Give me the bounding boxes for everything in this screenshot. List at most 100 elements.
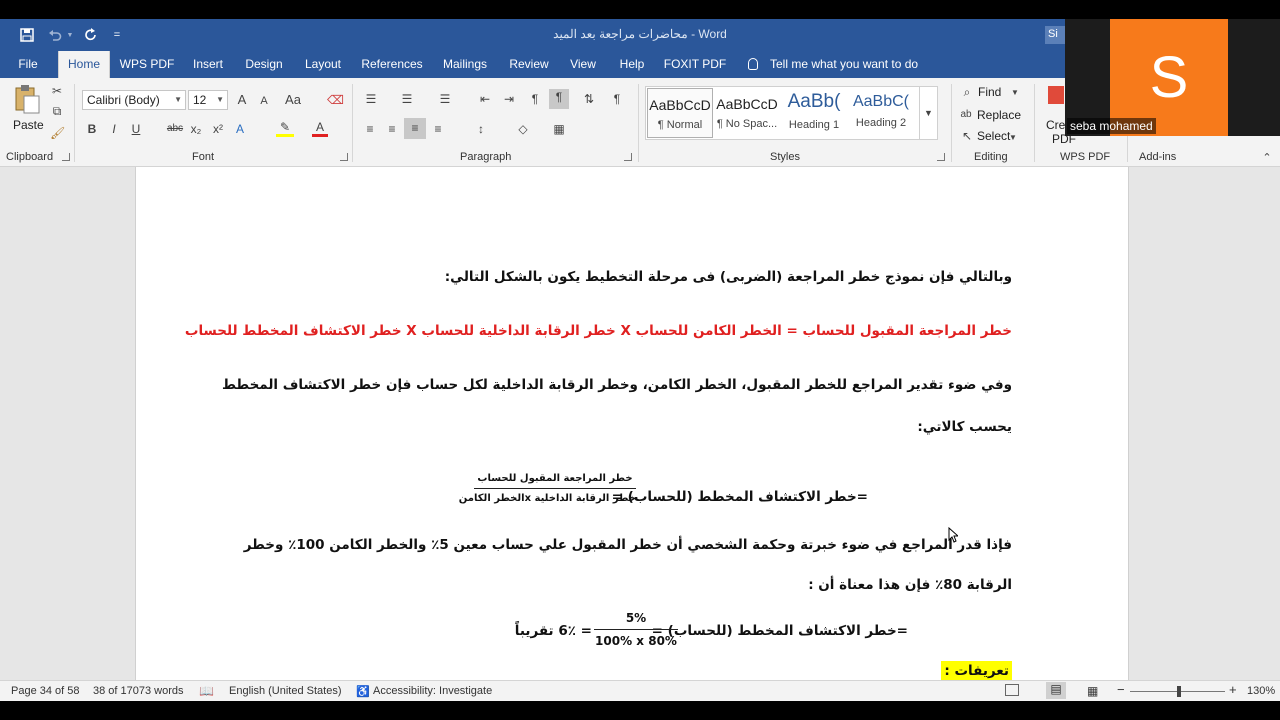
print-layout-icon[interactable]: ▤ bbox=[1046, 682, 1066, 699]
bold-button[interactable]: B bbox=[86, 121, 98, 137]
focus-mode-icon[interactable] bbox=[1005, 684, 1019, 696]
paste-label[interactable]: Paste bbox=[13, 118, 44, 132]
paragraph-launcher-icon[interactable] bbox=[624, 153, 632, 161]
replace-icon[interactable]: ab bbox=[959, 107, 973, 123]
tab-design[interactable]: Design bbox=[240, 51, 288, 78]
tab-wps-pdf[interactable]: WPS PDF bbox=[118, 51, 176, 78]
editing-group-label: Editing bbox=[974, 151, 1008, 163]
align-left-icon[interactable]: ≡ bbox=[362, 121, 378, 137]
zoom-out-button[interactable]: − bbox=[1117, 682, 1125, 697]
line-spacing-icon[interactable]: ↕ bbox=[472, 121, 490, 137]
font-group-label: Font bbox=[192, 151, 215, 163]
status-bar: Page 34 of 58 38 of 17073 words 📖 Englis… bbox=[0, 680, 1280, 701]
select-button[interactable]: Select bbox=[977, 129, 1010, 143]
italic-button[interactable]: I bbox=[108, 121, 120, 137]
styles-more-icon[interactable]: ▼ bbox=[919, 87, 937, 139]
tell-me-text: Tell me what you want to do bbox=[770, 57, 919, 71]
tab-layout[interactable]: Layout bbox=[298, 51, 348, 78]
align-right-icon[interactable]: ≡ bbox=[404, 118, 426, 139]
create-pdf-icon[interactable] bbox=[1048, 86, 1064, 104]
web-layout-icon[interactable]: ▦ bbox=[1087, 684, 1098, 698]
font-size-value: 12 bbox=[193, 93, 207, 107]
divider bbox=[1034, 84, 1035, 162]
tab-mailings[interactable]: Mailings bbox=[436, 51, 494, 78]
borders-icon[interactable]: ▦ bbox=[550, 121, 568, 137]
webcam-overlay: S seba mohamed bbox=[1065, 19, 1280, 136]
tab-help[interactable]: Help bbox=[612, 51, 652, 78]
formula-fraction: خطر المراجعة المقبول للحساب خطر الرقابة … bbox=[459, 473, 636, 504]
cut-icon[interactable]: ✂ bbox=[50, 83, 64, 99]
zoom-in-button[interactable]: + bbox=[1229, 682, 1237, 697]
style-preview: AaBb( bbox=[787, 91, 841, 112]
screen-top-strip bbox=[0, 0, 1280, 19]
title-separator: - bbox=[691, 27, 696, 41]
font-size-dropdown[interactable]: 12 ▼ bbox=[188, 90, 228, 110]
formula-result: = 6٪ تقريباً bbox=[514, 623, 592, 639]
justify-icon[interactable]: ≡ bbox=[430, 121, 446, 137]
chevron-down-icon[interactable]: ▼ bbox=[1008, 130, 1018, 146]
tell-me-search[interactable]: Tell me what you want to do bbox=[748, 51, 918, 78]
paste-icon[interactable] bbox=[12, 84, 42, 114]
text-effects-icon[interactable]: A bbox=[232, 121, 248, 137]
rtl-direction-icon[interactable]: ¶ bbox=[526, 91, 544, 107]
proofing-icon[interactable]: 📖 bbox=[199, 684, 214, 698]
tab-foxit-pdf[interactable]: FOXIT PDF bbox=[662, 51, 728, 78]
highlight-color-icon[interactable]: ✎ bbox=[276, 121, 294, 137]
increase-indent-icon[interactable]: ⇥ bbox=[500, 91, 518, 107]
change-case-icon[interactable]: Aa bbox=[282, 92, 304, 108]
numbering-icon[interactable]: ☰ bbox=[398, 91, 416, 107]
style-normal[interactable]: AaBbCcD ¶ Normal bbox=[647, 88, 713, 138]
copy-icon[interactable]: ⧉ bbox=[50, 103, 64, 119]
tab-insert[interactable]: Insert bbox=[186, 51, 230, 78]
tab-references[interactable]: References bbox=[360, 51, 424, 78]
style-heading-2[interactable]: AaBbC( Heading 2 bbox=[848, 88, 914, 138]
strikethrough-button[interactable]: abc bbox=[164, 121, 186, 137]
multilevel-list-icon[interactable]: ☰ bbox=[436, 91, 454, 107]
shading-icon[interactable]: ◇ bbox=[514, 121, 532, 137]
accessibility-status[interactable]: Accessibility: Investigate bbox=[373, 685, 492, 697]
align-center-icon[interactable]: ≡ bbox=[384, 121, 400, 137]
divider bbox=[352, 84, 353, 162]
underline-button[interactable]: U bbox=[130, 121, 142, 137]
app-name: Word bbox=[698, 27, 727, 41]
tab-home[interactable]: Home bbox=[58, 51, 110, 80]
document-area[interactable]: وبالتالي فإن نموذج خطر المراجعة (الضربى)… bbox=[0, 167, 1280, 681]
style-heading-1[interactable]: AaBb( Heading 1 bbox=[781, 88, 847, 138]
show-marks-icon[interactable]: ¶ bbox=[608, 91, 626, 107]
create-pdf-label[interactable]: Cre bbox=[1046, 118, 1065, 132]
format-painter-icon[interactable]: 🖌 bbox=[50, 125, 65, 141]
font-launcher-icon[interactable] bbox=[340, 153, 348, 161]
tab-review[interactable]: Review bbox=[504, 51, 554, 78]
superscript-button[interactable]: x² bbox=[210, 121, 226, 137]
font-name-dropdown[interactable]: Calibri (Body) ▼ bbox=[82, 90, 186, 110]
document-page[interactable]: وبالتالي فإن نموذج خطر المراجعة (الضربى)… bbox=[135, 167, 1129, 681]
language-status[interactable]: English (United States) bbox=[229, 685, 342, 697]
tab-file[interactable]: File bbox=[8, 51, 48, 78]
find-icon[interactable]: ⌕ bbox=[960, 84, 974, 100]
formula-fraction: 5% 100% x 80% bbox=[594, 611, 678, 648]
ltr-direction-icon[interactable]: ¶ bbox=[549, 89, 569, 109]
replace-button[interactable]: Replace bbox=[977, 108, 1021, 122]
sort-icon[interactable]: ⇅ bbox=[580, 91, 598, 107]
word-count[interactable]: 38 of 17073 words bbox=[93, 685, 184, 697]
find-button[interactable]: Find bbox=[978, 85, 1001, 99]
tab-view[interactable]: View bbox=[564, 51, 602, 78]
accessibility-icon[interactable]: ♿ bbox=[356, 685, 370, 698]
page-count[interactable]: Page 34 of 58 bbox=[11, 685, 80, 697]
zoom-level[interactable]: 130% bbox=[1247, 685, 1275, 697]
grow-font-icon[interactable]: A bbox=[234, 92, 250, 108]
clear-formatting-icon[interactable]: ⌫ bbox=[327, 92, 344, 108]
select-icon[interactable]: ↖ bbox=[960, 128, 974, 144]
clipboard-launcher-icon[interactable] bbox=[62, 153, 70, 161]
shrink-font-icon[interactable]: A bbox=[256, 93, 272, 109]
subscript-button[interactable]: x₂ bbox=[188, 121, 204, 137]
fraction-numerator: 5% bbox=[594, 611, 678, 630]
styles-launcher-icon[interactable] bbox=[937, 153, 945, 161]
style-no-spacing[interactable]: AaBbCcD ¶ No Spac... bbox=[714, 88, 780, 138]
collapse-ribbon-icon[interactable]: ⌃ bbox=[1260, 150, 1274, 166]
bullets-icon[interactable]: ☰ bbox=[362, 91, 380, 107]
chevron-down-icon[interactable]: ▼ bbox=[1010, 85, 1020, 101]
font-color-icon[interactable]: A bbox=[312, 121, 328, 137]
zoom-slider-thumb[interactable] bbox=[1177, 686, 1181, 697]
decrease-indent-icon[interactable]: ⇤ bbox=[476, 91, 494, 107]
